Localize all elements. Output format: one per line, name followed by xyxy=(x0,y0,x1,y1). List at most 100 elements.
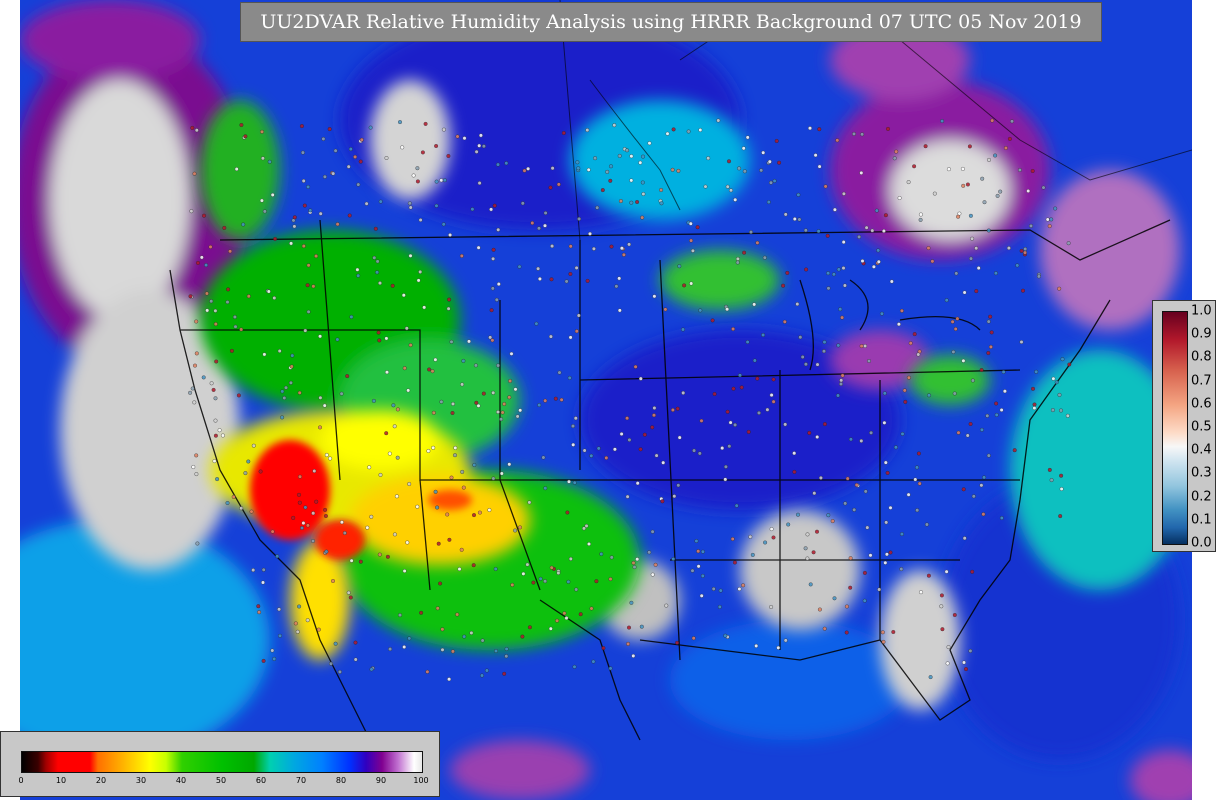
station-dot xyxy=(194,351,199,356)
station-dot xyxy=(836,393,841,398)
station-dot xyxy=(331,579,336,584)
station-dot xyxy=(431,445,436,450)
station-dot xyxy=(857,234,862,239)
station-dot xyxy=(993,153,998,158)
station-dot xyxy=(882,391,887,396)
station-dot xyxy=(852,131,857,136)
station-dot xyxy=(805,556,810,561)
station-dot xyxy=(971,494,976,499)
station-dot xyxy=(1032,402,1037,407)
station-dot xyxy=(883,213,888,218)
station-dot xyxy=(918,217,923,222)
station-dot xyxy=(627,437,632,442)
station-dot xyxy=(804,267,809,272)
station-dot xyxy=(589,606,594,611)
station-dot xyxy=(822,349,827,354)
station-dot xyxy=(496,282,501,287)
station-dot xyxy=(278,633,283,638)
station-dot xyxy=(208,244,213,249)
station-dot xyxy=(229,348,234,353)
station-dot xyxy=(823,184,828,189)
station-dot xyxy=(999,516,1004,521)
station-dot xyxy=(854,483,859,488)
station-dot xyxy=(538,576,543,581)
station-dot xyxy=(301,244,306,249)
station-dot xyxy=(222,225,227,230)
station-dot xyxy=(741,146,746,151)
station-dot xyxy=(493,567,498,572)
station-dot xyxy=(1058,514,1063,519)
station-dot xyxy=(881,639,886,644)
station-dot xyxy=(968,422,973,427)
station-dot xyxy=(415,166,420,171)
obs-tick-label: 0.2 xyxy=(1191,489,1212,505)
station-dot xyxy=(241,222,246,227)
station-dot xyxy=(499,417,504,422)
station-dot xyxy=(700,573,705,578)
station-dot xyxy=(368,125,373,130)
station-dot xyxy=(862,598,867,603)
station-dot xyxy=(892,156,897,161)
station-dot xyxy=(647,141,652,146)
station-dot xyxy=(384,336,389,341)
station-dot xyxy=(635,199,640,204)
station-dot xyxy=(771,535,776,540)
station-dot xyxy=(961,183,966,188)
station-dot xyxy=(259,198,264,203)
station-dot xyxy=(677,435,682,440)
station-dot xyxy=(741,583,746,588)
station-dot xyxy=(880,630,885,635)
station-dot xyxy=(494,649,499,654)
station-dot xyxy=(455,612,460,617)
station-dot xyxy=(755,240,760,245)
station-dot xyxy=(631,653,636,658)
station-dot xyxy=(574,587,579,592)
station-dot xyxy=(599,552,604,557)
station-dot xyxy=(199,255,204,260)
station-dot xyxy=(830,519,835,524)
station-dot xyxy=(767,159,772,164)
station-dot xyxy=(640,215,645,220)
station-dot xyxy=(870,228,875,233)
map-title: UU2DVAR Relative Humidity Analysis using… xyxy=(240,2,1102,42)
station-dot xyxy=(769,393,774,398)
station-dot xyxy=(737,587,742,592)
station-dot xyxy=(692,448,697,453)
station-dot xyxy=(305,283,310,288)
station-dot xyxy=(567,375,572,380)
station-dot xyxy=(956,430,961,435)
station-dot xyxy=(1059,473,1064,478)
station-dot xyxy=(455,134,460,139)
station-dot xyxy=(543,223,548,228)
station-dot xyxy=(359,137,364,142)
station-dot xyxy=(999,408,1004,413)
station-dot xyxy=(306,309,311,314)
station-dot xyxy=(548,185,553,190)
station-dot xyxy=(774,138,779,143)
station-dot xyxy=(953,327,958,332)
station-dot xyxy=(650,529,655,534)
station-dot xyxy=(446,153,451,158)
station-dot xyxy=(609,244,614,249)
station-dot xyxy=(664,603,669,608)
station-dot xyxy=(318,395,323,400)
station-dot xyxy=(289,364,294,369)
station-dot xyxy=(912,164,917,169)
station-dot xyxy=(988,314,993,319)
station-dot xyxy=(298,474,303,479)
station-dot xyxy=(746,429,751,434)
station-dot xyxy=(749,230,754,235)
rh-tick-label: 10 xyxy=(55,776,67,785)
station-dot xyxy=(372,255,377,260)
station-dot xyxy=(659,187,664,192)
station-dot xyxy=(725,307,730,312)
station-dot xyxy=(1065,413,1070,418)
station-dot xyxy=(710,318,715,323)
station-dot xyxy=(604,455,609,460)
station-dot xyxy=(608,178,613,183)
station-dot xyxy=(290,353,295,358)
station-dot xyxy=(472,463,477,468)
station-dot xyxy=(548,626,553,631)
station-dot xyxy=(453,453,458,458)
station-dot xyxy=(761,333,766,338)
